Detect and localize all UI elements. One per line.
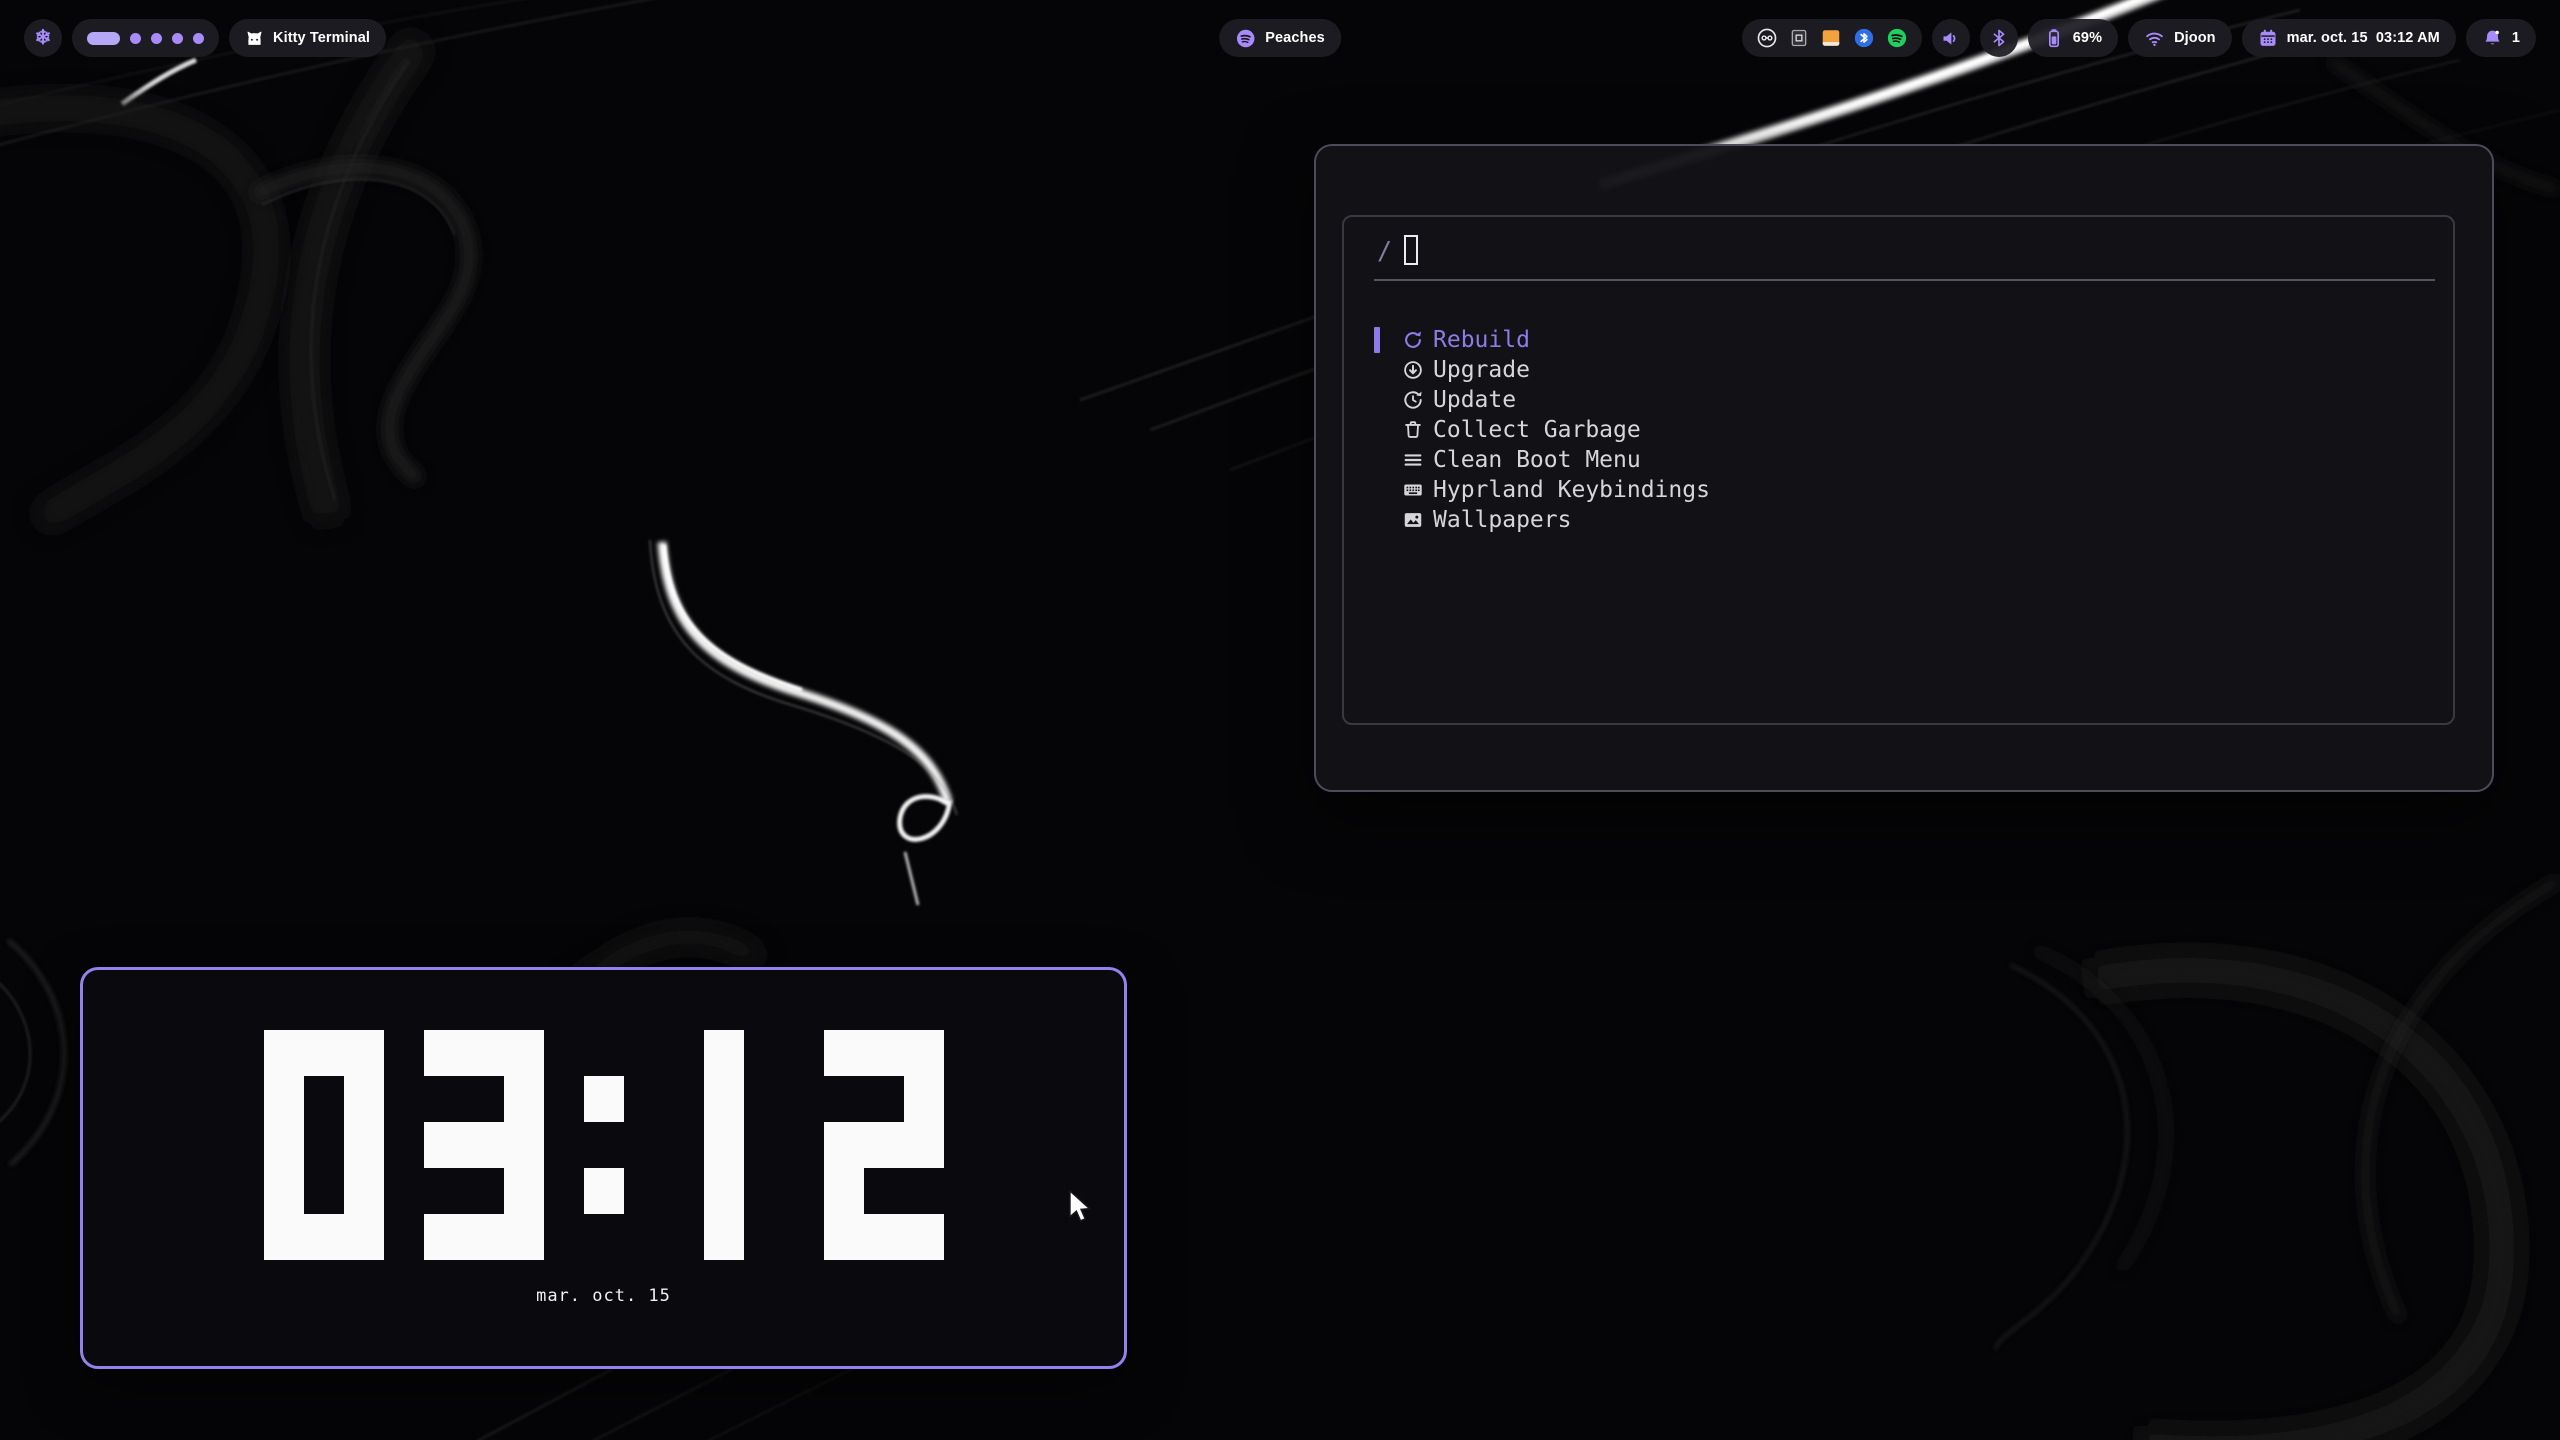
top-bar: ❄ Kitty Terminal Peaches 69% Djoon [0,0,2560,76]
workspace-dot[interactable] [193,33,204,44]
workspace-dot[interactable] [172,33,183,44]
launcher-item-label: Upgrade [1433,357,1530,383]
network-indicator[interactable]: Djoon [2128,19,2232,57]
media-player-pill[interactable]: Peaches [1219,19,1341,57]
vault-icon[interactable] [1789,28,1809,48]
selection-bar [1374,447,1380,473]
clock-time [83,1030,1124,1260]
notification-count: 1 [2512,30,2520,46]
workspace-dot[interactable] [151,33,162,44]
mouse-cursor [1068,1190,1094,1229]
music-icon [1235,28,1256,49]
launcher-item-label: Rebuild [1433,327,1530,353]
active-window-title: Kitty Terminal [273,30,370,46]
cat-icon [245,29,264,48]
bluetooth-badge-icon[interactable] [1853,27,1875,49]
disc-icon[interactable] [1756,27,1778,49]
trash-icon [1402,419,1424,441]
bluetooth-button[interactable] [1980,19,2018,57]
battery-percent: 69% [2073,30,2102,46]
text-cursor [1404,235,1418,265]
wifi-ssid: Djoon [2174,30,2216,46]
notifications-button[interactable]: 1 [2466,19,2536,57]
clock-date: mar. oct. 15 [83,1286,1124,1306]
bar-center-module: Peaches [1219,19,1341,57]
selection-bar [1374,417,1380,443]
list-icon [1402,449,1424,471]
battery-icon [2044,28,2064,48]
launcher-item[interactable]: Clean Boot Menu [1344,445,2453,475]
bluetooth-icon [1989,28,2009,48]
system-tray [1742,19,1922,57]
launcher-item-label: Hyprland Keybindings [1433,477,1710,503]
launcher-item[interactable]: Update [1344,385,2453,415]
launcher-item-label: Collect Garbage [1433,417,1641,443]
workspace-switcher[interactable] [72,19,219,57]
wifi-icon [2144,28,2165,49]
launcher-item[interactable]: Rebuild [1344,325,2453,355]
selection-bar [1374,507,1380,533]
spotify-icon[interactable] [1886,27,1908,49]
snowflake-icon: ❄ [35,28,52,48]
bar-left-modules: ❄ Kitty Terminal [24,19,386,57]
launcher-item-label: Clean Boot Menu [1433,447,1641,473]
update-icon [1402,389,1424,411]
download-circle-icon [1402,359,1424,381]
launcher-menu: Rebuild Upgrade Update Collect Garbage C… [1344,325,2453,535]
bar-right-modules: 69% Djoon mar. oct. 15 03:12 AM 1 [1742,19,2536,57]
image-icon [1402,509,1424,531]
speaker-icon [1940,28,1961,49]
prompt-symbol: / [1377,236,1392,265]
workspace-dot[interactable] [130,33,141,44]
selection-bar [1374,477,1380,503]
active-window-pill[interactable]: Kitty Terminal [229,19,386,57]
clock-widget: mar. oct. 15 [80,967,1127,1369]
launcher-item-label: Update [1433,387,1516,413]
clock-digit-0 [264,1030,384,1260]
clock-digit-3 [424,1030,544,1260]
clock-digit-2 [824,1030,944,1260]
launcher-item[interactable]: Upgrade [1344,355,2453,385]
app-launcher-button[interactable]: ❄ [24,19,62,57]
selection-bar [1374,327,1380,353]
media-title: Peaches [1265,30,1325,46]
launcher-search-box[interactable]: / Rebuild Upgrade Update Collect Garbage… [1342,215,2455,725]
bell-icon [2482,28,2503,49]
launcher-item[interactable]: Hyprland Keybindings [1344,475,2453,505]
refresh-icon [1402,329,1424,351]
datetime-text: mar. oct. 15 03:12 AM [2287,30,2440,46]
datetime-indicator[interactable]: mar. oct. 15 03:12 AM [2242,19,2456,57]
volume-button[interactable] [1932,19,1970,57]
selection-bar [1374,387,1380,413]
files-icon[interactable] [1820,27,1842,49]
keyboard-icon [1402,479,1424,501]
calendar-icon [2258,28,2278,48]
search-divider [1374,279,2435,281]
selection-bar [1374,357,1380,383]
launcher-item-label: Wallpapers [1433,507,1571,533]
launcher-item[interactable]: Collect Garbage [1344,415,2453,445]
clock-digit-1 [664,1030,784,1260]
workspace-active-indicator[interactable] [87,32,120,45]
launcher-item[interactable]: Wallpapers [1344,505,2453,535]
clock-colon [584,1030,624,1260]
launcher-window: / Rebuild Upgrade Update Collect Garbage… [1314,144,2494,792]
search-input[interactable]: / [1377,232,1418,268]
battery-indicator[interactable]: 69% [2028,19,2118,57]
